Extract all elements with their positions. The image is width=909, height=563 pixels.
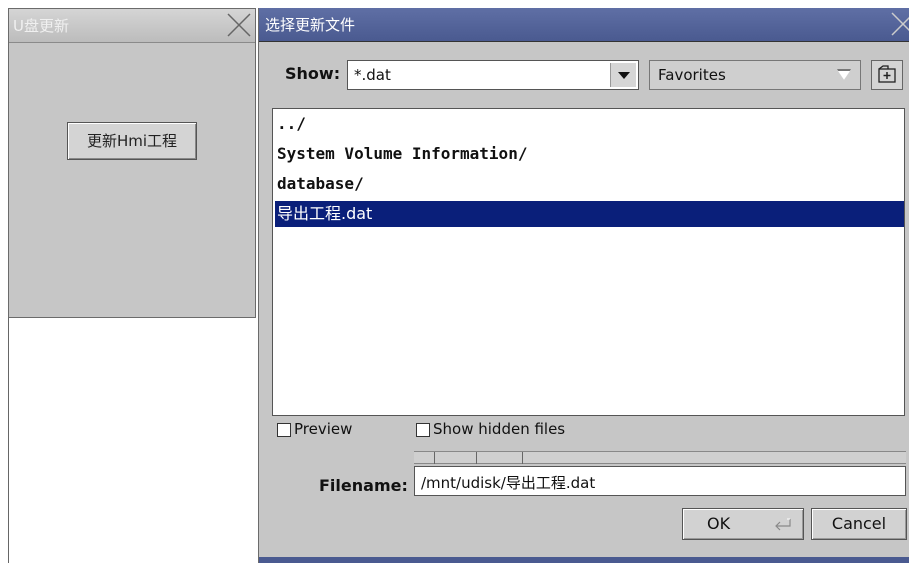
preview-label: Preview	[294, 420, 353, 438]
checkbox-box[interactable]	[277, 422, 291, 437]
chevron-down-icon-fill	[838, 71, 850, 80]
file-list[interactable]: ../ System Volume Information/ database/…	[272, 108, 905, 416]
enter-key-icon	[775, 518, 791, 531]
show-label: Show:	[285, 64, 341, 83]
slider-tick	[476, 452, 477, 464]
slider-tick	[522, 452, 523, 464]
filter-value: *.dat	[354, 66, 391, 84]
filename-label: Filename:	[319, 476, 408, 495]
dialog-titlebar[interactable]: 选择更新文件	[259, 8, 909, 42]
left-window-title: U盘更新	[13, 17, 69, 35]
left-window-border	[8, 318, 9, 563]
chevron-down-icon	[618, 72, 630, 79]
file-filter-select[interactable]: *.dat	[347, 60, 639, 90]
filename-input[interactable]: /mnt/udisk/导出工程.dat	[414, 466, 906, 496]
ok-button[interactable]: OK	[682, 508, 804, 540]
show-hidden-files-label: Show hidden files	[433, 420, 566, 438]
favorites-label: Favorites	[658, 66, 726, 84]
slider-tick	[434, 452, 435, 464]
favorites-select[interactable]: Favorites	[649, 60, 861, 90]
preview-size-slider[interactable]	[414, 451, 906, 464]
close-icon[interactable]	[225, 11, 253, 39]
dialog-title: 选择更新文件	[265, 16, 356, 34]
preview-checkbox[interactable]: Preview	[277, 420, 352, 442]
new-folder-icon	[878, 65, 896, 83]
filter-dropdown-button[interactable]	[610, 63, 636, 87]
list-item[interactable]: System Volume Information/	[275, 141, 904, 167]
filename-value: /mnt/udisk/导出工程.dat	[421, 474, 596, 492]
select-update-file-dialog: 选择更新文件 Show: *.dat Favorites ../ System …	[258, 8, 909, 563]
checkbox-box[interactable]	[416, 422, 430, 437]
show-hidden-files-checkbox[interactable]: Show hidden files	[416, 420, 565, 442]
cancel-button[interactable]: Cancel	[811, 508, 907, 540]
ok-label: OK	[707, 514, 731, 533]
close-icon[interactable]	[889, 10, 909, 38]
left-window-titlebar[interactable]: U盘更新	[9, 9, 255, 43]
dialog-bottom-border	[259, 557, 909, 563]
new-folder-button[interactable]	[871, 60, 903, 90]
list-item[interactable]: ../	[275, 111, 904, 137]
list-item[interactable]: database/	[275, 171, 904, 197]
list-item-selected[interactable]: 导出工程.dat	[275, 201, 904, 227]
update-hmi-project-button[interactable]: 更新Hmi工程	[67, 122, 197, 160]
u-disk-update-window: U盘更新 更新Hmi工程	[8, 8, 256, 318]
